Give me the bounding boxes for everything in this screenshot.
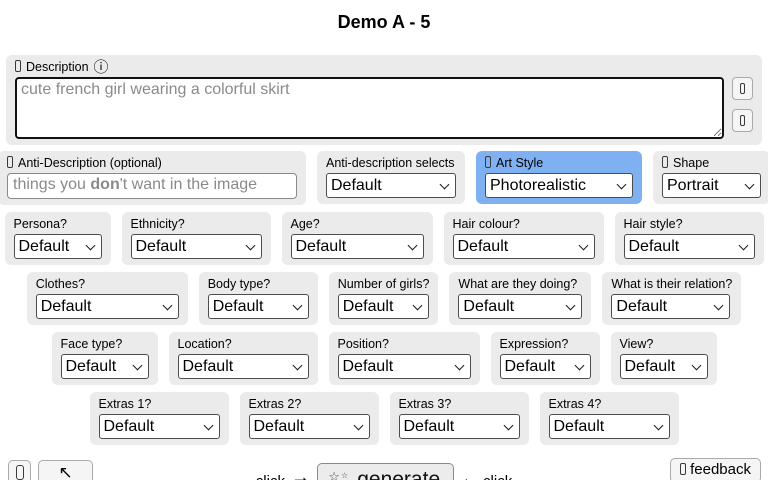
missing-glyph-icon xyxy=(485,156,491,168)
extras-1-select[interactable]: Default xyxy=(98,414,220,439)
hair-colour-label: Hair colour? xyxy=(452,217,520,231)
expression-panel: Expression? Default xyxy=(490,332,600,385)
left-arrow-icon: ⬅ xyxy=(463,475,474,480)
position-select[interactable]: Default xyxy=(337,354,471,379)
description-textarea[interactable] xyxy=(15,77,724,139)
anti-description-label: Anti-Description (optional) xyxy=(18,156,162,170)
persona-select[interactable]: Default xyxy=(13,234,102,259)
missing-glyph-icon xyxy=(740,83,745,94)
body-type-label: Body type? xyxy=(207,277,271,291)
anti-description-selects-panel: Anti-description selects Default xyxy=(317,151,465,204)
relation-select[interactable]: Default xyxy=(611,294,731,319)
extras-1-panel: Extras 1? Default xyxy=(89,392,229,445)
shape-select[interactable]: Portrait xyxy=(662,173,761,198)
location-select[interactable]: Default xyxy=(177,354,309,379)
face-type-label: Face type? xyxy=(60,337,123,351)
extras-2-label: Extras 2? xyxy=(248,397,302,411)
art-style-select[interactable]: Photorealistic xyxy=(485,173,633,198)
body-type-select[interactable]: Default xyxy=(207,294,309,319)
north-west-arrow-icon: ↖ xyxy=(58,462,73,480)
position-label: Position? xyxy=(337,337,389,351)
persona-label: Persona? xyxy=(13,217,68,231)
view-select[interactable]: Default xyxy=(619,354,708,379)
ethnicity-label: Ethnicity? xyxy=(130,217,185,231)
doing-panel: What are they doing? Default xyxy=(449,272,592,325)
face-type-select[interactable]: Default xyxy=(60,354,149,379)
location-label: Location? xyxy=(177,337,232,351)
anti-description-panel: Anti-Description (optional) things you d… xyxy=(0,151,306,205)
hair-style-label: Hair style? xyxy=(623,217,683,231)
extras-4-select[interactable]: Default xyxy=(548,414,670,439)
missing-glyph-icon xyxy=(15,60,21,72)
scroll-top-button[interactable]: ↖ xyxy=(38,460,93,480)
missing-glyph-icon xyxy=(662,156,668,168)
number-of-girls-label: Number of girls? xyxy=(337,277,430,291)
description-label: Description ⓘ xyxy=(15,60,753,75)
description-tool-button-1[interactable] xyxy=(732,77,753,100)
hair-colour-select[interactable]: Default xyxy=(452,234,595,259)
number-of-girls-select[interactable]: Default xyxy=(337,294,429,319)
info-icon[interactable]: ⓘ xyxy=(94,59,109,76)
extras-2-panel: Extras 2? Default xyxy=(239,392,379,445)
generate-button-label: generate xyxy=(357,468,441,480)
corner-tool-button[interactable] xyxy=(8,460,31,480)
body-type-panel: Body type? Default xyxy=(198,272,318,325)
extras-4-panel: Extras 4? Default xyxy=(539,392,679,445)
extras-2-select[interactable]: Default xyxy=(248,414,370,439)
hair-colour-panel: Hair colour? Default xyxy=(443,212,604,265)
extras-4-label: Extras 4? xyxy=(548,397,602,411)
persona-panel: Persona? Default xyxy=(4,212,111,265)
anti-description-input[interactable]: things you don't want in the image xyxy=(7,173,297,199)
anti-description-select[interactable]: Default xyxy=(326,173,456,198)
doing-label: What are they doing? xyxy=(458,277,578,291)
page-title: Demo A - 5 xyxy=(337,12,431,32)
description-panel: Description ⓘ xyxy=(6,55,762,145)
hair-style-select[interactable]: Default xyxy=(623,234,755,259)
location-panel: Location? Default xyxy=(168,332,318,385)
ethnicity-panel: Ethnicity? Default xyxy=(121,212,271,265)
number-of-girls-panel: Number of girls? Default xyxy=(328,272,439,325)
shape-label: Shape xyxy=(673,156,710,170)
missing-glyph-icon xyxy=(740,115,745,126)
relation-label: What is their relation? xyxy=(611,277,733,291)
face-type-panel: Face type? Default xyxy=(51,332,158,385)
generate-button[interactable]: ☆☆☆ generate xyxy=(317,463,455,480)
feedback-label: feedback xyxy=(690,461,751,478)
click-hint-right: click xyxy=(483,473,512,480)
expression-label: Expression? xyxy=(499,337,569,351)
clothes-panel: Clothes? Default xyxy=(26,272,188,325)
age-select[interactable]: Default xyxy=(290,234,424,259)
extras-3-select[interactable]: Default xyxy=(398,414,520,439)
extras-1-label: Extras 1? xyxy=(98,397,152,411)
missing-glyph-icon xyxy=(680,463,687,475)
relation-panel: What is their relation? Default xyxy=(602,272,742,325)
age-panel: Age? Default xyxy=(281,212,433,265)
age-label: Age? xyxy=(290,217,320,231)
doing-select[interactable]: Default xyxy=(458,294,583,319)
clothes-select[interactable]: Default xyxy=(35,294,179,319)
art-style-panel: Art Style Photorealistic xyxy=(476,151,642,204)
expression-select[interactable]: Default xyxy=(499,354,591,379)
click-hint-left: click xyxy=(256,473,285,480)
ethnicity-select[interactable]: Default xyxy=(130,234,262,259)
clothes-label: Clothes? xyxy=(35,277,86,291)
feedback-button[interactable]: feedback xyxy=(670,458,761,480)
missing-glyph-icon xyxy=(15,465,24,480)
shape-panel: Shape Portrait xyxy=(653,151,768,204)
hair-style-panel: Hair style? Default xyxy=(614,212,764,265)
anti-description-selects-label: Anti-description selects xyxy=(326,156,455,170)
right-arrow-icon: ➡ xyxy=(294,473,308,480)
missing-glyph-icon xyxy=(7,156,13,168)
description-tool-button-2[interactable] xyxy=(732,109,753,132)
extras-3-panel: Extras 3? Default xyxy=(389,392,529,445)
art-style-label: Art Style xyxy=(496,156,544,170)
extras-3-label: Extras 3? xyxy=(398,397,452,411)
view-label: View? xyxy=(619,337,654,351)
position-panel: Position? Default xyxy=(328,332,480,385)
sparkles-icon: ☆☆☆ xyxy=(328,469,349,480)
view-panel: View? Default xyxy=(610,332,717,385)
